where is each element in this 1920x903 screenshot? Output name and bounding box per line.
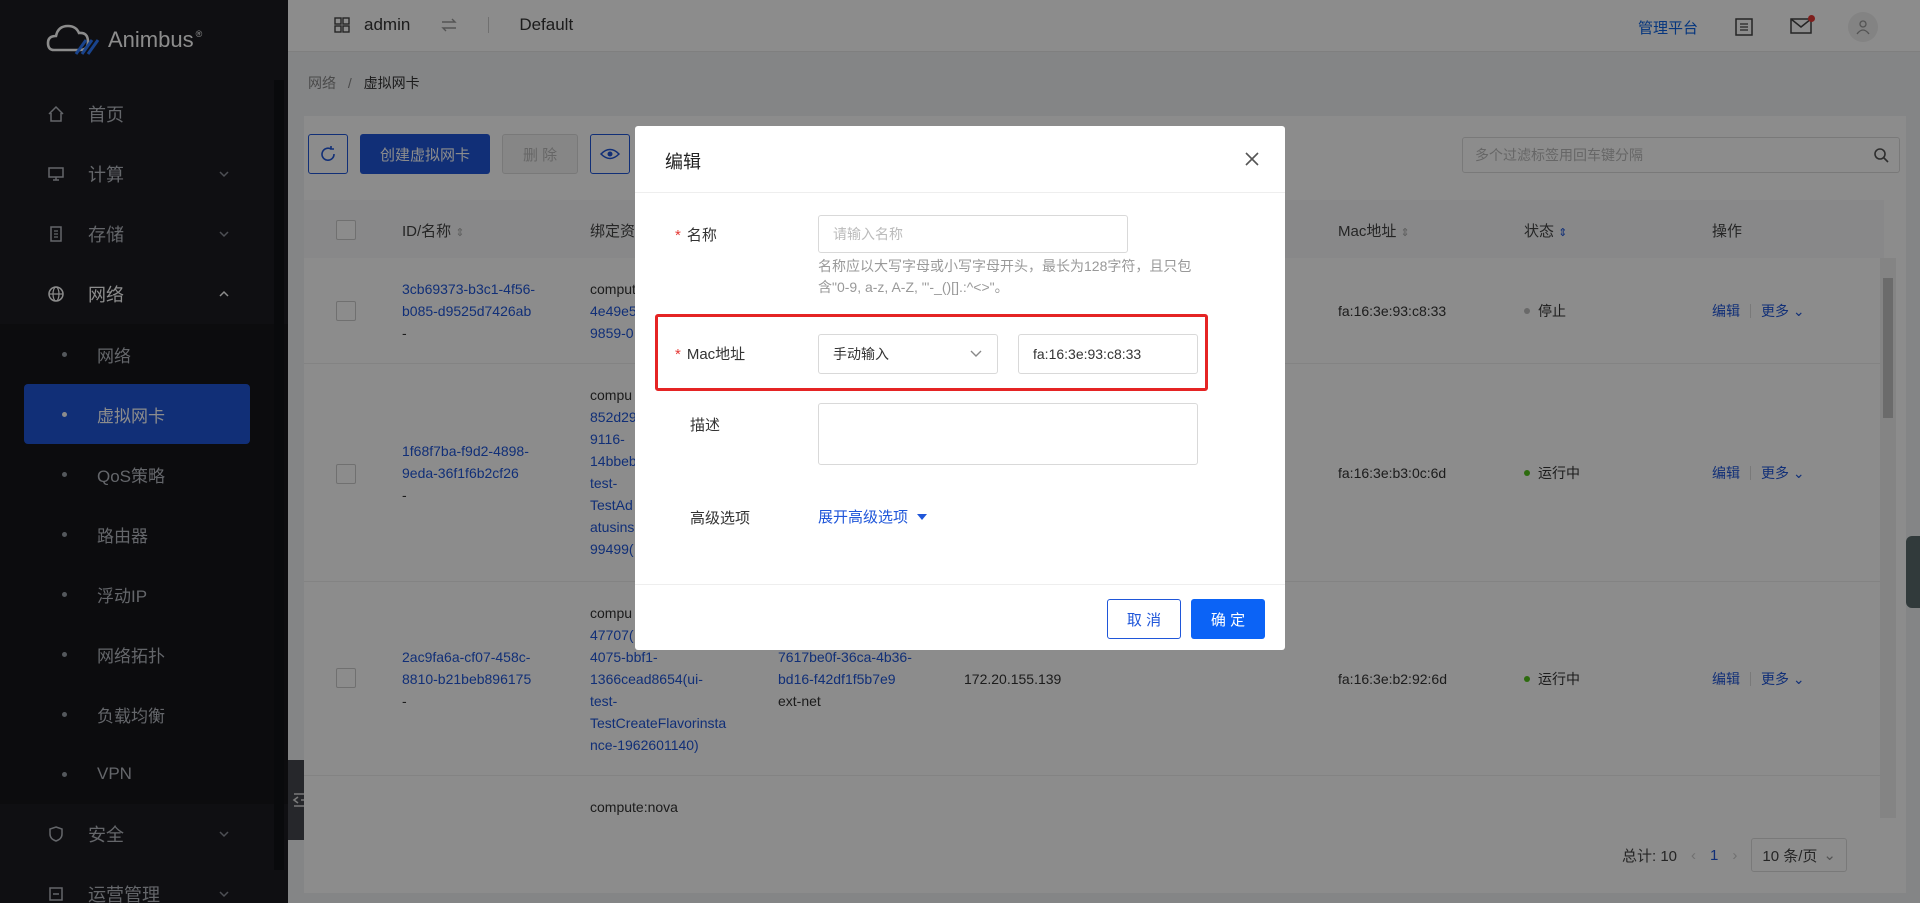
edit-dialog: 编辑 * 名称 请输入名称 名称应以大写字母或小写字母开头，最长为128字符，且只… [635, 126, 1285, 650]
name-label-text: 名称 [686, 227, 717, 244]
mac-mode-value: 手动输入 [833, 346, 889, 362]
caret-down-icon [917, 513, 928, 520]
description-label: 描述 [690, 417, 721, 434]
required-mark: * [675, 227, 681, 244]
mac-address-value: fa:16:3e:93:c8:33 [1033, 346, 1142, 362]
confirm-button[interactable]: 确 定 [1191, 599, 1265, 639]
name-help-text: 名称应以大写字母或小写字母开头，最长为128字符，且只包含"0-9, a-z, … [818, 258, 1192, 295]
chevron-down-icon [970, 350, 982, 357]
cancel-button[interactable]: 取 消 [1107, 599, 1181, 639]
dialog-header: 编辑 [635, 126, 1285, 193]
expand-advanced-toggle[interactable]: 展开高级选项 [818, 506, 928, 527]
name-input[interactable]: 请输入名称 [818, 215, 1128, 253]
advanced-label: 高级选项 [690, 510, 751, 527]
expand-advanced-label: 展开高级选项 [818, 509, 909, 526]
mac-mode-select[interactable]: 手动输入 [818, 334, 998, 374]
mac-label: * Mac地址 [675, 343, 745, 364]
dialog-title: 编辑 [665, 152, 701, 172]
name-label: * 名称 [675, 224, 717, 245]
close-icon[interactable] [1243, 150, 1261, 168]
dialog-footer [635, 584, 1285, 650]
name-placeholder: 请输入名称 [833, 226, 903, 242]
description-textarea[interactable] [818, 403, 1198, 465]
mac-label-text: Mac地址 [686, 346, 746, 363]
mac-address-input[interactable]: fa:16:3e:93:c8:33 [1018, 334, 1198, 374]
required-mark: * [675, 346, 681, 363]
